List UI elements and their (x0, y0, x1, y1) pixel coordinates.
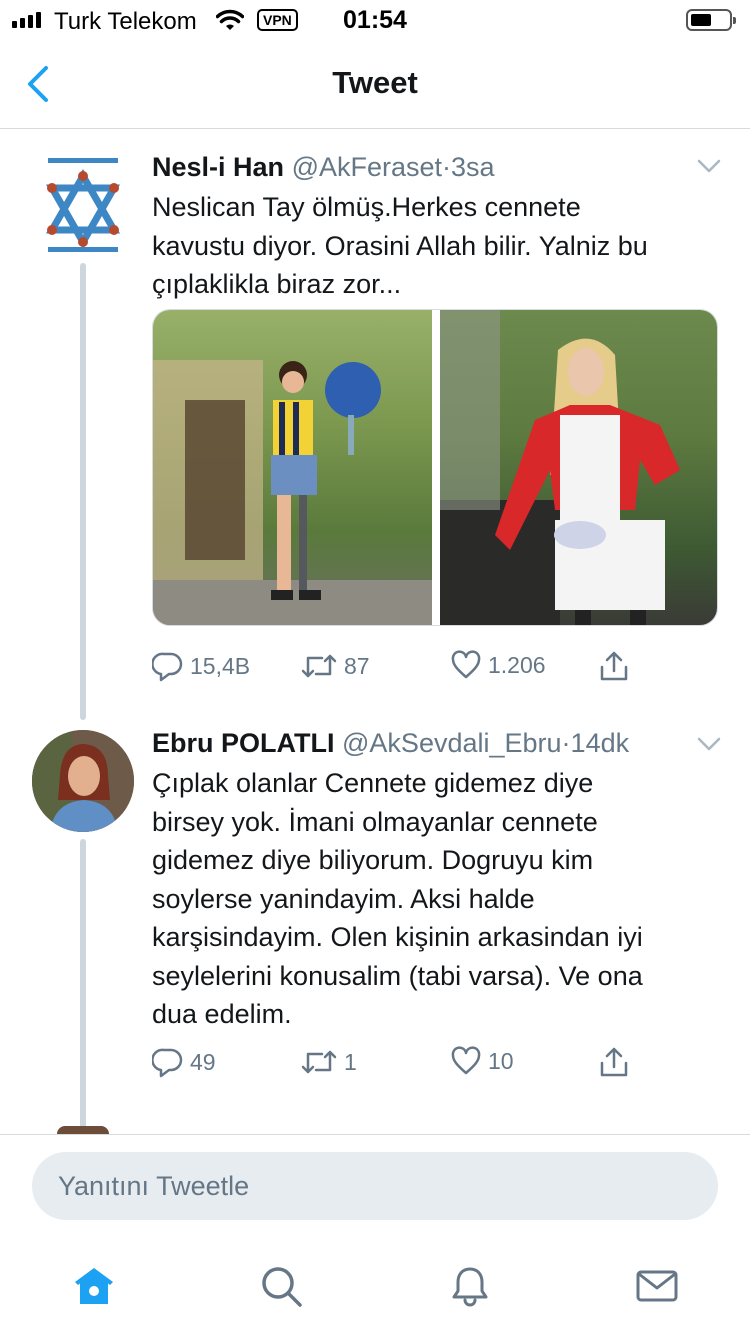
like-count: 10 (488, 1047, 514, 1074)
tweet-text-line: seylelerini konusalim (tabi varsa). Ve o… (152, 960, 643, 991)
tweet-1[interactable]: Nesl-i Han @AkFeraset·3sa Neslican Tay ö… (0, 150, 750, 720)
retweet-icon (301, 1050, 337, 1074)
share-icon (600, 1047, 628, 1077)
timestamp: 3sa (451, 152, 495, 182)
photo-woman-red-jacket (440, 310, 680, 625)
navigation-bar: Tweet (0, 40, 750, 129)
reply-button[interactable]: 49 (152, 1046, 216, 1078)
battery-icon (686, 9, 736, 31)
tweet-text: Neslican Tay ölmüş.Herkes cennete kavust… (152, 188, 727, 304)
tweet-header: Nesl-i Han @AkFeraset·3sa (152, 150, 495, 184)
avatar[interactable] (57, 1126, 109, 1134)
retweet-icon (301, 654, 337, 678)
like-count: 1.206 (488, 651, 546, 678)
photo-woman-with-balloon (153, 360, 432, 625)
star-of-david-avatar-icon (45, 158, 121, 252)
bell-icon[interactable] (448, 1264, 492, 1308)
tweet-text-line: gidemez diye biliyorum. Dogruyu kim (152, 845, 594, 875)
reply-icon (152, 652, 183, 682)
tweet-text-line: soylerse yanindayim. Aksi halde (152, 883, 535, 914)
avatar[interactable] (32, 154, 134, 256)
share-icon (600, 651, 628, 681)
reply-input[interactable]: Yanıtını Tweetle (32, 1152, 718, 1220)
home-icon[interactable] (72, 1264, 116, 1308)
tweet-header: Ebru POLATLI @AkSevdali_Ebru·14dk (152, 726, 629, 760)
reply-button[interactable]: 15,4B (152, 650, 250, 682)
retweet-button[interactable]: 1 (300, 1046, 357, 1078)
status-time: 01:54 (343, 6, 407, 34)
tweet-text-line: Neslican Tay ölmüş.Herkes cennete (152, 192, 581, 222)
retweet-count: 87 (344, 652, 370, 679)
separator: · (561, 728, 571, 758)
tweet-text-line: kavustu diyor. Orasini Allah bilir. Yaln… (152, 230, 648, 261)
tweet-text-line: dua edelim. (152, 999, 292, 1029)
tweet-text-line: çıplaklikla biraz zor... (152, 269, 402, 299)
display-name[interactable]: Ebru POLATLI (152, 728, 335, 758)
retweet-count: 1 (344, 1048, 357, 1075)
chevron-down-icon[interactable] (697, 158, 721, 174)
heart-icon (451, 1046, 481, 1075)
tweet-actions: 15,4B 87 1.206 (152, 650, 727, 686)
chevron-down-icon[interactable] (697, 736, 721, 752)
thread-line (80, 839, 86, 1129)
mail-icon[interactable] (635, 1264, 679, 1308)
tweet-actions: 49 1 10 (152, 1046, 727, 1082)
tab-bar (0, 1240, 750, 1334)
user-handle[interactable]: @AkSevdali_Ebru (342, 728, 562, 758)
user-handle[interactable]: @AkFeraset (292, 152, 442, 182)
heart-icon (451, 650, 481, 679)
tweet-media[interactable] (152, 309, 718, 626)
retweet-button[interactable]: 87 (300, 650, 370, 682)
timestamp: 14dk (570, 728, 630, 758)
thread-line (80, 263, 86, 720)
tweet-photo-2[interactable] (440, 310, 717, 625)
reply-count: 15,4B (190, 652, 251, 679)
tweet-text: Çıplak olanlar Cennete gidemez diye birs… (152, 764, 727, 1034)
share-button[interactable] (598, 1046, 630, 1078)
tweet-photo-1[interactable] (153, 310, 432, 625)
avatar[interactable] (32, 730, 134, 832)
tweet-text-line: karşisindayim. Olen kişinin arkasindan i… (152, 922, 643, 952)
search-icon[interactable] (259, 1264, 303, 1308)
like-button[interactable]: 10 (450, 1046, 514, 1076)
reply-bar: Yanıtını Tweetle (0, 1134, 750, 1240)
page-title: Tweet (332, 65, 418, 100)
share-button[interactable] (598, 650, 630, 682)
reply-icon (152, 1048, 183, 1078)
tweet-text-line: birsey yok. İmani olmayanlar cennete (152, 806, 598, 837)
status-bar: Turk Telekom VPN 01:54 (0, 0, 750, 40)
separator: · (442, 152, 452, 182)
tweet-text-line: Çıplak olanlar Cennete gidemez diye (152, 768, 594, 798)
profile-photo-woman (32, 730, 134, 832)
tweet-2[interactable]: Ebru POLATLI @AkSevdali_Ebru·14dk Çıplak… (0, 726, 750, 1129)
like-button[interactable]: 1.206 (450, 650, 546, 680)
reply-count: 49 (190, 1048, 216, 1075)
display-name[interactable]: Nesl-i Han (152, 152, 284, 182)
